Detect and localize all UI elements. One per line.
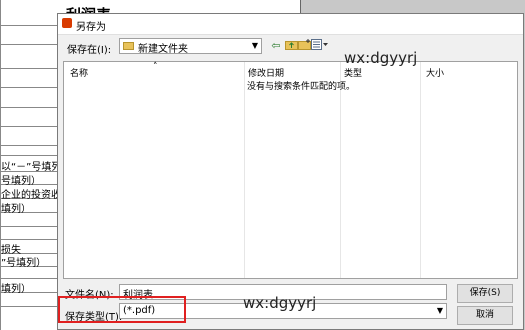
watermark-text: wx:dgyyrj — [243, 294, 317, 312]
folder-icon — [123, 42, 134, 50]
watermark-text: wx:dgyyrj — [344, 49, 418, 67]
highlight-box — [58, 296, 186, 323]
column-divider — [244, 62, 245, 278]
document-text: ”号填列） — [1, 258, 47, 269]
save-as-dialog: 另存为 保存在(I): 新建文件夹 ▼ ⇦ 名称 ˄ 修改日期 类型 大小 没有… — [57, 13, 524, 330]
save-in-value: 新建文件夹 — [138, 44, 188, 55]
document-text: 号填列） — [1, 176, 41, 187]
column-header-name[interactable]: 名称 — [70, 66, 88, 79]
save-in-label: 保存在(I): — [67, 45, 112, 56]
document-text: 填列） — [1, 284, 31, 295]
column-header-size[interactable]: 大小 — [426, 66, 444, 79]
up-folder-icon[interactable] — [284, 39, 298, 53]
document-text: 以“－”号填列 — [1, 162, 62, 173]
dialog-titlebar[interactable]: 另存为 — [58, 14, 523, 35]
column-header-type[interactable]: 类型 — [344, 66, 362, 79]
document-text: 填列） — [1, 204, 31, 215]
chevron-down-icon[interactable]: ▼ — [249, 39, 261, 53]
new-folder-icon[interactable] — [297, 39, 311, 53]
save-button[interactable]: 保存(S) — [457, 284, 513, 303]
file-list[interactable]: 名称 ˄ 修改日期 类型 大小 没有与搜索条件匹配的项。 — [63, 61, 518, 279]
save-in-dropdown[interactable]: 新建文件夹 ▼ — [119, 38, 262, 55]
column-header-date[interactable]: 修改日期 — [248, 66, 284, 79]
back-arrow-icon[interactable]: ⇦ — [269, 39, 283, 53]
column-divider — [340, 62, 341, 278]
app-icon — [62, 18, 72, 28]
view-menu-icon[interactable] — [311, 39, 329, 53]
dialog-title: 另存为 — [76, 22, 106, 33]
sort-chevron-icon: ˄ — [153, 62, 158, 72]
chevron-down-icon[interactable]: ▼ — [435, 304, 445, 318]
empty-message: 没有与搜索条件匹配的项。 — [247, 82, 356, 92]
column-divider — [420, 62, 421, 278]
cancel-button[interactable]: 取消 — [457, 306, 513, 325]
